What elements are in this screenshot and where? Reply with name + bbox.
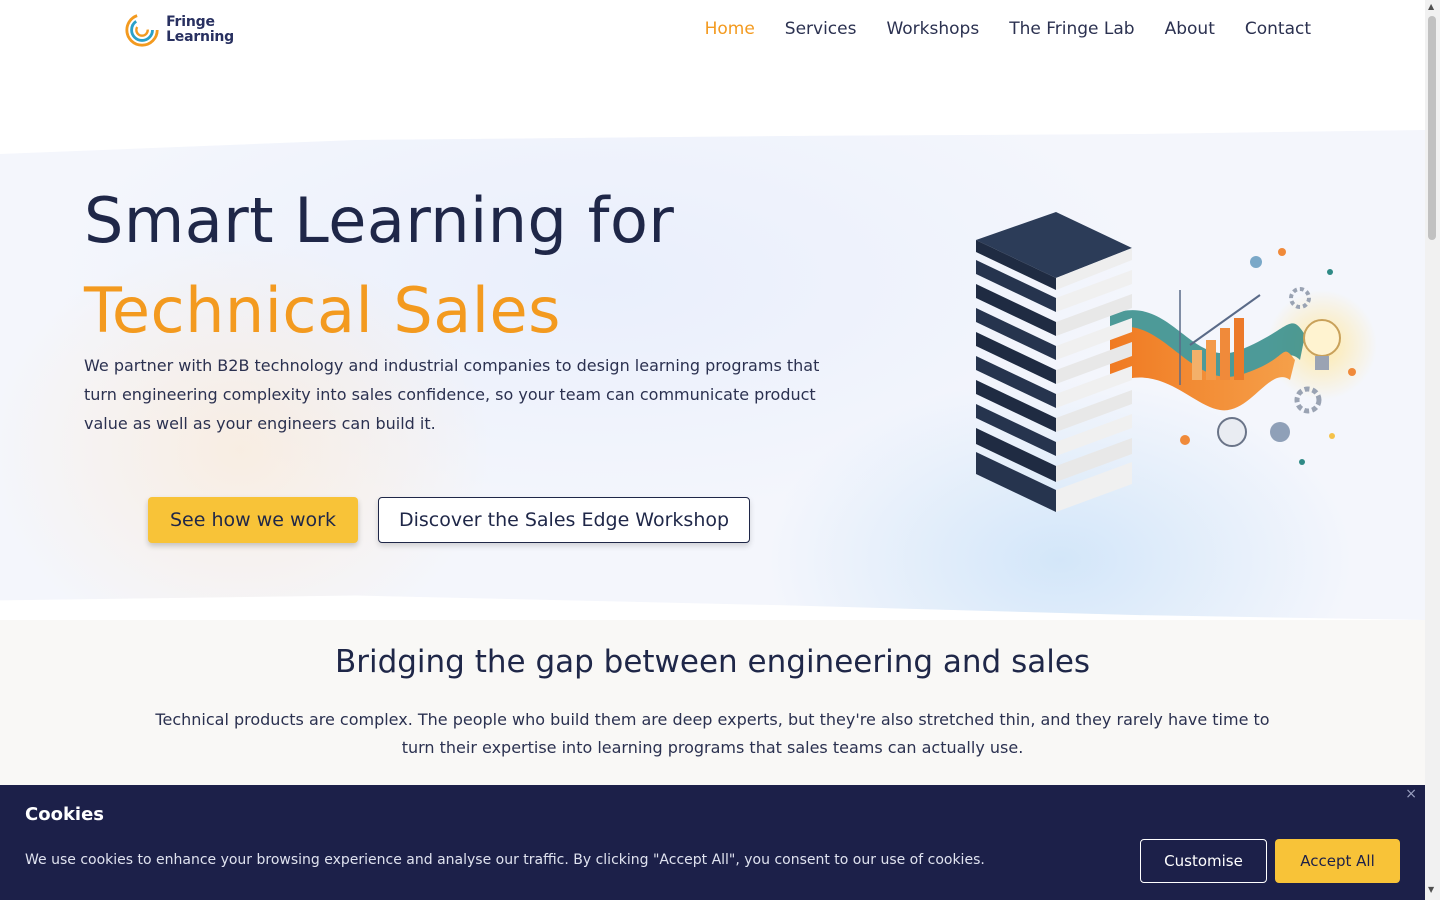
main-nav: Home Services Workshops The Fringe Lab A…	[675, 19, 1311, 39]
cookie-text: We use cookies to enhance your browsing …	[25, 852, 985, 868]
logo-text: Fringe Learning	[166, 14, 234, 45]
accept-all-button[interactable]: Accept All	[1275, 839, 1400, 883]
see-how-we-work-button[interactable]: See how we work	[148, 497, 358, 543]
site-header: Fringe Learning Home Services Workshops …	[0, 0, 1425, 62]
nav-workshops[interactable]: Workshops	[886, 19, 979, 39]
nav-about[interactable]: About	[1165, 19, 1215, 39]
scroll-up-arrow-icon[interactable]: ▲	[1428, 2, 1434, 11]
hero-title-line2: Technical Sales	[84, 274, 561, 347]
hero-illustration	[976, 212, 1377, 512]
hero-description: We partner with B2B technology and indus…	[84, 356, 820, 433]
hero-title-line1: Smart Learning for	[84, 184, 675, 257]
logo[interactable]: Fringe Learning	[124, 10, 234, 50]
sales-edge-workshop-button[interactable]: Discover the Sales Edge Workshop	[378, 497, 750, 543]
customise-button[interactable]: Customise	[1140, 839, 1267, 883]
book-stack	[976, 212, 1132, 512]
nav-home[interactable]: Home	[705, 19, 755, 39]
section-description: Technical products are complex. The peop…	[155, 710, 1270, 757]
logo-swirl-icon	[125, 13, 159, 47]
nav-contact[interactable]: Contact	[1245, 19, 1311, 39]
nav-services[interactable]: Services	[785, 19, 857, 39]
scroll-thumb[interactable]	[1428, 16, 1436, 240]
nav-fringe-lab[interactable]: The Fringe Lab	[1009, 19, 1134, 39]
cookie-banner: Cookies We use cookies to enhance your b…	[0, 785, 1425, 900]
close-icon[interactable]: ×	[1405, 786, 1417, 802]
scroll-down-arrow-icon[interactable]: ▼	[1428, 885, 1434, 894]
cookie-title: Cookies	[25, 804, 105, 825]
scrollbar[interactable]: ▲ ▼	[1425, 0, 1440, 900]
section-title: Bridging the gap between engineering and…	[334, 644, 1091, 680]
